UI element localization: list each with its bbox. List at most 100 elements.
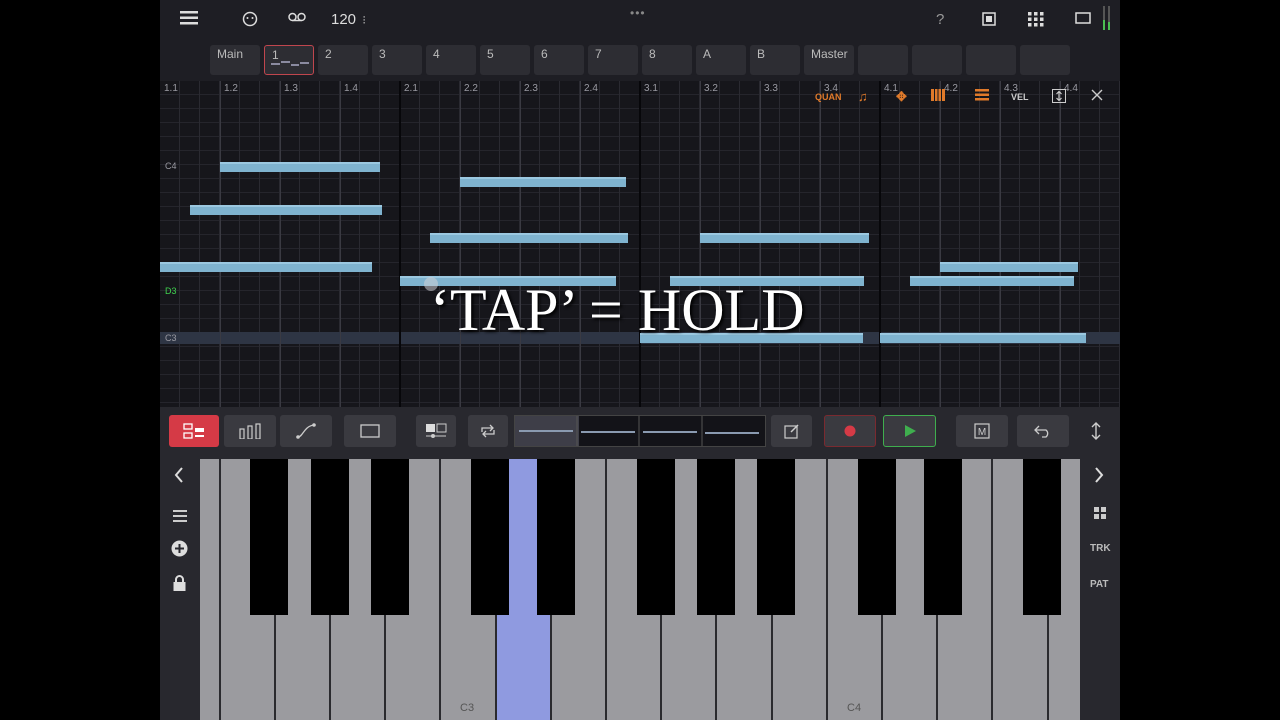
midi-note[interactable] — [160, 262, 372, 272]
slot-8[interactable]: 8 — [642, 45, 692, 75]
beat-line — [220, 81, 221, 407]
beat-line — [580, 81, 581, 407]
window-grip[interactable]: ••• — [630, 6, 646, 20]
pencil-icon — [783, 424, 799, 439]
smiley-icon[interactable] — [242, 11, 258, 27]
black-key[interactable] — [858, 459, 896, 615]
grid-apps-icon[interactable] — [1028, 11, 1044, 27]
resize-arrows-icon — [1091, 422, 1101, 440]
velocity-button[interactable]: VEL — [1011, 92, 1029, 102]
slot-4[interactable]: 4 — [426, 45, 476, 75]
play-button[interactable] — [883, 415, 936, 447]
ruler-label: 3.1 — [644, 83, 658, 94]
chevron-right-icon[interactable] — [1094, 467, 1104, 486]
move-icon[interactable]: ✥ — [896, 89, 907, 105]
midi-note[interactable] — [880, 333, 1086, 343]
music-note-icon[interactable]: ♫ — [858, 89, 868, 104]
list-menu-icon[interactable] — [173, 509, 187, 525]
slot-empty[interactable] — [966, 45, 1016, 75]
key-label-d3: D3 — [165, 286, 177, 296]
grid-icon[interactable] — [1094, 506, 1106, 522]
metronome-button[interactable]: M — [956, 415, 1008, 447]
black-key[interactable] — [757, 459, 795, 615]
record-button[interactable] — [824, 415, 876, 447]
loop-button[interactable] — [468, 415, 508, 447]
piano-keyboard[interactable]: C3 C4 — [200, 459, 1080, 720]
white-key[interactable] — [200, 459, 221, 720]
beat-line — [700, 81, 701, 407]
bars-icon — [239, 423, 261, 439]
expand-vertical-icon[interactable] — [1052, 89, 1066, 105]
list-lines-icon[interactable] — [975, 89, 989, 103]
black-key[interactable] — [1023, 459, 1061, 615]
midi-note[interactable] — [460, 177, 626, 187]
black-key[interactable] — [250, 459, 288, 615]
note-edit-mode-button[interactable] — [169, 415, 219, 447]
slot-label: Master — [811, 47, 848, 61]
black-key[interactable] — [697, 459, 735, 615]
black-key[interactable] — [924, 459, 962, 615]
black-key[interactable] — [371, 459, 409, 615]
slot-empty[interactable] — [912, 45, 962, 75]
midi-note[interactable] — [220, 162, 380, 172]
piano-keys-icon[interactable] — [931, 89, 945, 103]
tempo-display[interactable]: 120 ⁝ — [331, 11, 366, 28]
chevron-left-icon[interactable] — [174, 467, 184, 486]
automation-curve-button[interactable] — [280, 415, 332, 447]
midi-note[interactable] — [700, 233, 869, 243]
midi-note[interactable] — [910, 276, 1074, 286]
track-tab[interactable]: TRK — [1090, 543, 1111, 554]
black-key[interactable] — [637, 459, 675, 615]
undo-button[interactable] — [1017, 415, 1069, 447]
window-toggle-icon[interactable] — [1075, 12, 1091, 24]
black-key[interactable] — [311, 459, 349, 615]
timeline-overview[interactable] — [514, 415, 766, 447]
slot-a[interactable]: A — [696, 45, 746, 75]
beat-line — [460, 81, 461, 407]
resize-vertical-button[interactable] — [1082, 415, 1110, 447]
lock-icon[interactable] — [173, 575, 186, 594]
key-label-c4: C4 — [847, 702, 862, 714]
slot-2[interactable]: 2 — [318, 45, 368, 75]
midi-note[interactable] — [190, 205, 382, 215]
slot-5[interactable]: 5 — [480, 45, 530, 75]
record-icon — [844, 425, 856, 437]
add-circle-icon[interactable] — [171, 540, 188, 560]
slot-label: 5 — [487, 47, 494, 61]
selection-button[interactable] — [344, 415, 396, 447]
slot-empty[interactable] — [1020, 45, 1070, 75]
loop-icon — [481, 424, 495, 438]
svg-text:M: M — [978, 427, 986, 438]
midi-note[interactable] — [940, 262, 1078, 272]
quantize-button[interactable]: QUAN — [815, 92, 842, 102]
slot-1[interactable]: 1 — [264, 45, 314, 75]
tape-recorder-icon[interactable] — [288, 12, 306, 24]
ruler-label: 1.2 — [224, 83, 238, 94]
velocity-bars-button[interactable] — [224, 415, 276, 447]
help-button[interactable]: ? — [936, 11, 944, 28]
slot-3[interactable]: 3 — [372, 45, 422, 75]
hamburger-menu-icon[interactable] — [180, 11, 198, 25]
slot-6[interactable]: 6 — [534, 45, 584, 75]
midi-note[interactable] — [430, 233, 628, 243]
slot-main[interactable]: Main — [210, 45, 260, 75]
slot-empty[interactable] — [858, 45, 908, 75]
stop-square-icon[interactable] — [982, 12, 996, 26]
slot-master[interactable]: Master — [804, 45, 854, 75]
close-icon[interactable] — [1091, 89, 1103, 103]
black-key[interactable] — [471, 459, 509, 615]
keyboard-panel: TRK PAT C3 C4 — [160, 457, 1120, 720]
piano-roll[interactable]: 1.1 1.2 1.3 1.4 2.1 2.2 2.3 2.4 3.1 3.2 … — [160, 81, 1120, 407]
beat-line — [940, 81, 941, 407]
edit-pencil-button[interactable] — [771, 415, 812, 447]
ruler-label: 4.4 — [1064, 83, 1078, 94]
slot-b[interactable]: B — [750, 45, 800, 75]
timeline-thumbnail — [519, 416, 759, 446]
clip-view-button[interactable] — [416, 415, 456, 447]
tempo-dots-icon: ⁝ — [362, 13, 367, 27]
pattern-tab[interactable]: PAT — [1090, 579, 1109, 590]
ruler-label: 2.1 — [404, 83, 418, 94]
edit-toolbar: M — [160, 407, 1120, 457]
slot-7[interactable]: 7 — [588, 45, 638, 75]
black-key[interactable] — [537, 459, 575, 615]
